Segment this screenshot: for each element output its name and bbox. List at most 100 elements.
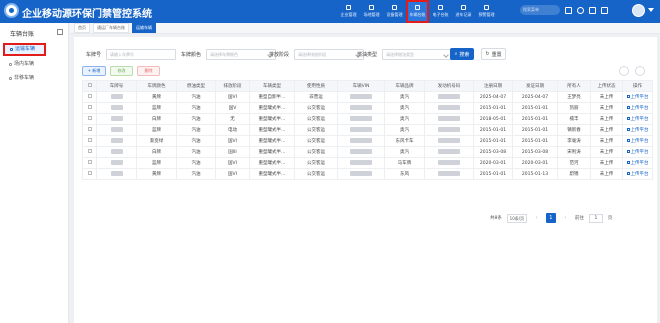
table-row[interactable]: 黄牌 汽油 国VI 重型自卸半… 非营运 奥汽 2025-04-07 2025-04-07 王梦…	[82, 91, 653, 103]
col-engine[interactable]: 发动机号码	[424, 80, 474, 92]
sidebar-item-onsite[interactable]: 场内车辆	[0, 58, 69, 71]
col-color[interactable]: 车牌颜色	[136, 80, 177, 92]
goto-page-input[interactable]: 1	[588, 213, 603, 223]
col-plate[interactable]: 车牌号	[96, 80, 137, 92]
cell-use: 公交客运	[294, 157, 338, 169]
upload-platform-link[interactable]: 上传平台	[622, 146, 653, 158]
table-row[interactable]: 蓝牌 汽油 电动 重型罐式半… 公交客运 奥汽 2015-01-01 2015-01-01 镇新…	[82, 124, 653, 136]
col-use[interactable]: 使用性质	[294, 80, 338, 92]
row-checkbox[interactable]	[82, 102, 97, 114]
col-reg-date[interactable]: 注册日期	[473, 80, 513, 92]
cell-type: 重型罐式半…	[249, 124, 295, 136]
list-icon	[10, 48, 13, 51]
nav-device[interactable]: 设备管理	[383, 0, 406, 23]
row-checkbox[interactable]	[82, 135, 97, 147]
color-label: 车牌颜色	[181, 52, 202, 58]
cell-owner: 宋利涛	[557, 146, 591, 158]
plate-input[interactable]: 请输入车牌号	[106, 49, 177, 60]
filter-plate: 车牌号 请输入车牌号	[86, 49, 177, 60]
collapse-sidebar-icon[interactable]	[57, 29, 63, 35]
col-stage[interactable]: 排放阶段	[215, 80, 250, 92]
table-row[interactable]: 蓝牌 汽油 国VI 重型罐式半… 公交客运 马车牌 2020-03-01 2020-03-01…	[82, 157, 653, 169]
delete-button[interactable]: 删除	[137, 66, 160, 76]
upload-platform-link[interactable]: 上传平台	[622, 102, 653, 114]
sidebar-title: 车辆台账	[10, 31, 35, 38]
col-vin[interactable]: 车辆VIN	[337, 80, 385, 92]
page-size-select[interactable]: 10条/页	[506, 213, 527, 223]
table-row[interactable]: 黄牌 汽油 国VI 重型罐式半… 公交客运 东风 2015-01-01 2015-01-13 蔚…	[82, 168, 653, 180]
row-checkbox[interactable]	[82, 157, 97, 169]
toggle-search-icon[interactable]	[619, 66, 629, 76]
enterprise-icon	[346, 5, 351, 10]
color-select[interactable]: 请选择车牌颜色	[206, 49, 277, 60]
upload-platform-link[interactable]: 上传平台	[622, 157, 653, 169]
refresh-table-icon[interactable]	[635, 66, 645, 76]
table-row[interactable]: 渐变绿 汽油 国VI 重型罐式半… 公交客运 东风卡车 2015-01-01 2015-01-…	[82, 135, 653, 147]
page-number-current[interactable]: 1	[545, 213, 556, 223]
nav-site[interactable]: 场地管理	[360, 0, 383, 23]
cell-stage: 国VI	[215, 157, 250, 169]
row-checkbox[interactable]	[82, 168, 97, 180]
col-type[interactable]: 车辆类型	[249, 80, 295, 92]
cell-plate-redacted	[96, 113, 137, 125]
user-dropdown-icon[interactable]	[648, 8, 654, 12]
user-avatar[interactable]	[632, 4, 645, 17]
cell-type: 重型罐式半…	[249, 157, 295, 169]
fuel-select[interactable]: 请选择燃油类型	[382, 49, 453, 60]
nav-enterprise[interactable]: 企业管理	[337, 0, 360, 23]
upload-platform-link[interactable]: 上传平台	[622, 124, 653, 136]
search-button[interactable]: ⌕ 搜索	[450, 48, 474, 60]
tab-transport[interactable]: 运输车辆	[132, 23, 156, 33]
nav-vehicle-ledger[interactable]: 车辆台账	[406, 0, 429, 23]
col-fuel[interactable]: 燃油类型	[176, 80, 216, 92]
reset-button[interactable]: ↻ 重置	[481, 48, 506, 60]
cell-vin-redacted	[337, 113, 385, 125]
cell-fuel: 汽油	[176, 135, 216, 147]
add-button[interactable]: + 新增	[82, 66, 106, 76]
upload-platform-link[interactable]: 上传平台	[622, 91, 653, 103]
table-row[interactable]: 白牌 汽油 国III 重型罐式半… 公交客运 奥汽 2015-03-08 2015-03-08…	[82, 146, 653, 158]
next-page-icon[interactable]: ›	[561, 214, 570, 223]
cell-stage: 国VI	[215, 135, 250, 147]
nav-e-ledger[interactable]: 电子台账	[429, 0, 452, 23]
row-checkbox[interactable]	[82, 91, 97, 103]
col-issue-date[interactable]: 发证日期	[512, 80, 558, 92]
prev-page-icon[interactable]: ‹	[532, 214, 541, 223]
entry-record-icon	[461, 5, 466, 10]
sidebar-item-nonroad[interactable]: 非移车辆	[0, 72, 69, 85]
table-row[interactable]: 白牌 汽油无重型罐式半… 公交客运 奥汽 2018-05-01 2015-01-01 楠丰未…	[82, 113, 653, 125]
row-checkbox[interactable]	[82, 113, 97, 125]
tab-home[interactable]: 首页	[74, 23, 90, 33]
goto-label: 前往	[574, 216, 584, 221]
upload-platform-link[interactable]: 上传平台	[622, 113, 653, 125]
cell-fuel: 汽油	[176, 102, 216, 114]
action-toolbar: + 新增 修改 删除	[82, 66, 160, 76]
sidebar-item-transport[interactable]: 运输车辆	[3, 43, 46, 56]
device-icon	[392, 5, 397, 10]
cell-reg-date: 2025-04-07	[473, 91, 513, 103]
cell-issue-date: 2015-01-01	[512, 135, 558, 147]
stage-select[interactable]: 请选择排放阶段	[294, 49, 365, 60]
nav-warning[interactable]: 预警管理	[475, 0, 498, 23]
tab-ledger[interactable]: 通运厂车辆台账	[93, 23, 129, 33]
home-icon[interactable]	[565, 6, 572, 14]
row-checkbox[interactable]	[82, 124, 97, 136]
upload-platform-link[interactable]: 上传平台	[622, 135, 653, 147]
menu-search-input[interactable]: 搜索菜单	[520, 5, 560, 15]
help-icon[interactable]	[577, 6, 584, 14]
table-row[interactable]: 蓝牌 汽油 国V 重型罐式半… 公交客运 奥汽 2015-01-01 2015-01-01 凯丽…	[82, 102, 653, 114]
edit-button[interactable]: 修改	[110, 66, 133, 76]
upload-icon	[626, 161, 630, 164]
col-owner[interactable]: 所有人	[557, 80, 591, 92]
nav-entry-record[interactable]: 进车记录	[452, 0, 475, 23]
col-brand[interactable]: 车辆品牌	[384, 80, 425, 92]
fullscreen-icon[interactable]	[589, 6, 596, 14]
cell-engine-redacted	[424, 91, 474, 103]
upload-platform-link[interactable]: 上传平台	[622, 168, 653, 180]
select-all-checkbox[interactable]	[82, 80, 97, 92]
notification-icon[interactable]	[601, 6, 608, 14]
row-checkbox[interactable]	[82, 146, 97, 158]
list-icon	[9, 63, 12, 66]
col-status[interactable]: 上传状态	[590, 80, 623, 92]
app-logo-icon	[4, 3, 19, 18]
